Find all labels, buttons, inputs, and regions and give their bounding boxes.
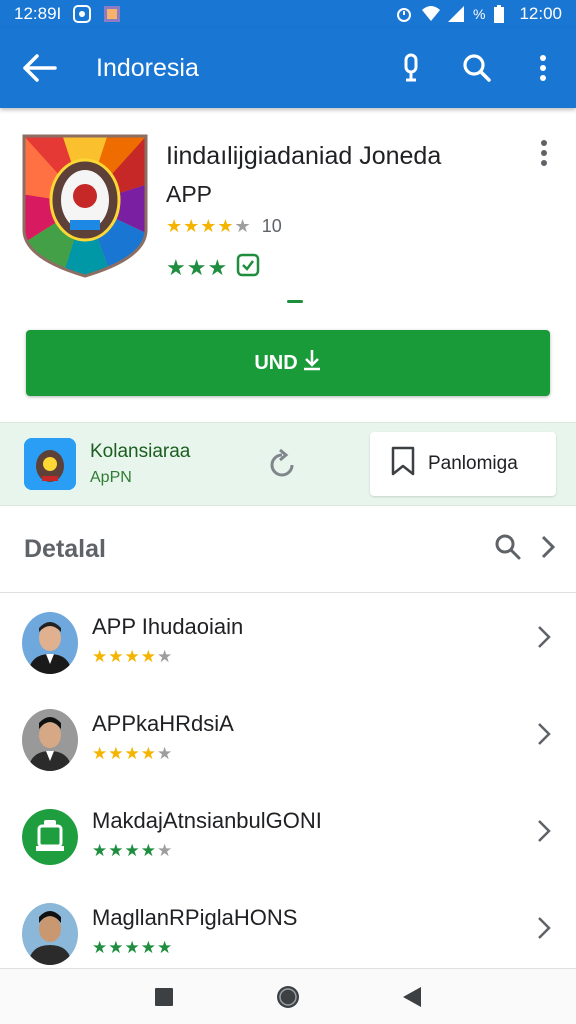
progress-indicator [287, 300, 303, 303]
verified-badge-icon [236, 253, 260, 282]
app-logo-icon [22, 134, 148, 278]
system-nav-bar [0, 968, 576, 1024]
app-bar-title: Indoresia [96, 53, 199, 82]
section-chevron-icon[interactable] [540, 534, 556, 565]
avatar [22, 806, 78, 868]
rating-stars: ★★★★★ [166, 216, 252, 236]
chevron-right-icon [536, 721, 556, 747]
list-item-title: APPkaHRdsiA [92, 711, 234, 736]
recents-square-icon[interactable] [149, 982, 179, 1012]
notification-image-icon [103, 5, 121, 23]
notification-app-icon [73, 5, 92, 23]
editor-stars: ★★★ [166, 254, 229, 280]
avatar [22, 612, 78, 674]
chevron-right-icon [536, 818, 556, 844]
list-item[interactable]: MakdajAtnsianbulGONI ★★★★★ [0, 788, 576, 885]
signal-icon [447, 5, 465, 23]
app-list: APP Ihudaoiain ★★★★★ APPkaHRdsiA ★★★★★ M… [0, 594, 576, 982]
install-button-label: UND [254, 351, 298, 374]
app-bar: Indoresia [0, 28, 576, 108]
section-header: Detalal [0, 507, 576, 593]
bookmark-icon [390, 446, 416, 482]
list-item-stars: ★★★★★ [92, 841, 174, 860]
chevron-right-icon [536, 915, 556, 941]
promo-title: Kolansiaraa [90, 441, 191, 462]
promo-button-label: Panlomiga [428, 453, 518, 474]
section-search-icon[interactable] [494, 533, 522, 566]
mic-icon[interactable] [378, 28, 444, 108]
refresh-icon[interactable] [264, 447, 300, 483]
back-arrow-icon[interactable] [0, 28, 80, 108]
app-name: Iindaılijgiadaniad Joneda [166, 142, 442, 170]
list-item-stars: ★★★★★ [92, 744, 174, 763]
status-time: 12:89I [14, 4, 62, 23]
download-icon [302, 348, 322, 378]
back-triangle-icon[interactable] [397, 982, 427, 1012]
wifi-icon [421, 5, 440, 23]
search-icon[interactable] [444, 28, 510, 108]
promo-app-icon [24, 438, 76, 490]
avatar [22, 709, 78, 771]
promo-banner[interactable]: Kolansiaraa ApPN Panlomiga [0, 422, 576, 506]
battery-icon [493, 5, 511, 23]
status-bar: 12:89I % 12:00 [0, 0, 576, 28]
rating-count: 10 [261, 216, 282, 236]
home-circle-icon[interactable] [273, 982, 303, 1012]
list-item[interactable]: APP Ihudaoiain ★★★★★ [0, 594, 576, 691]
promo-subtitle: ApPN [90, 469, 132, 486]
section-title: Detalal [24, 535, 106, 563]
list-item-title: MakdajAtnsianbulGONI [92, 808, 322, 833]
more-options-icon[interactable] [532, 138, 556, 168]
list-item-stars: ★★★★★ [92, 647, 174, 666]
avatar [22, 903, 78, 965]
battery-percent: % [473, 6, 486, 22]
app-header: Iindaılijgiadaniad Joneda APP ★★★★★ 10 ★… [0, 108, 576, 318]
chevron-right-icon [536, 624, 556, 650]
more-vert-icon[interactable] [510, 28, 576, 108]
app-subtitle: APP [166, 181, 213, 207]
list-item-title: MagllanRPiglaHONS [92, 905, 298, 930]
promo-bookmark-button[interactable]: Panlomiga [370, 432, 556, 496]
install-button[interactable]: UND [26, 330, 550, 396]
list-item[interactable]: APPkaHRdsiA ★★★★★ [0, 691, 576, 788]
status-clock: 12:00 [519, 4, 562, 23]
alarm-icon [395, 5, 413, 23]
list-item-stars: ★★★★★ [92, 938, 174, 957]
list-item-title: APP Ihudaoiain [92, 614, 244, 639]
